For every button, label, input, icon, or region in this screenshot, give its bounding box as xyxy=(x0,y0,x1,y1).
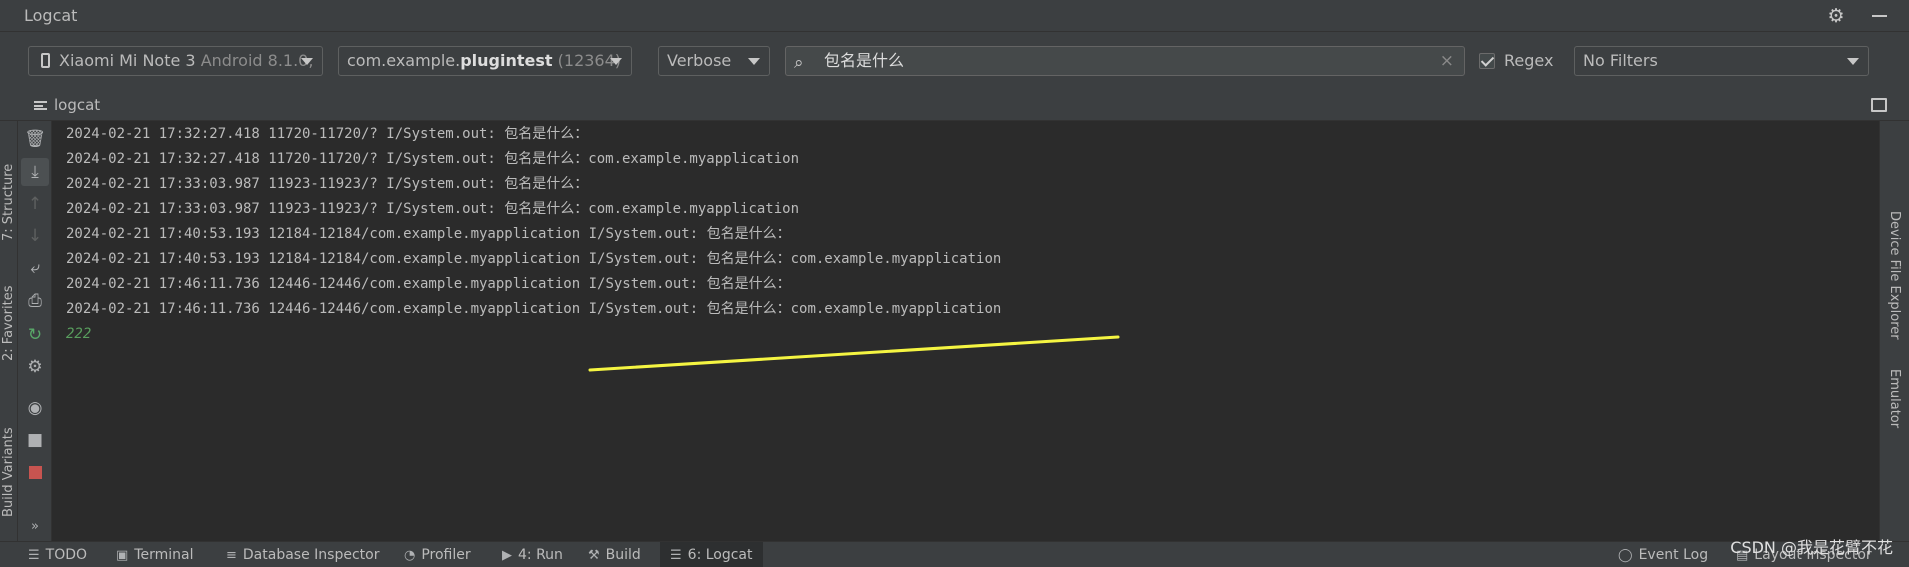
bottom-tab-run[interactable]: ▶ 4: Run xyxy=(502,542,563,567)
search-icon[interactable]: ⌕ xyxy=(794,49,804,77)
filter-value: No Filters xyxy=(1583,51,1658,70)
tool-tab-build-variants[interactable]: Build Variants xyxy=(1,427,16,517)
restart-icon[interactable]: ↻ xyxy=(21,321,49,349)
regex-checkbox[interactable] xyxy=(1479,53,1495,69)
search-value: 包名是什么 xyxy=(824,51,905,70)
logcat-tab-header: logcat xyxy=(0,90,1909,121)
bottom-tab-logcat[interactable]: ☰ 6: Logcat xyxy=(660,542,763,567)
soft-wrap-icon[interactable]: ⤶ xyxy=(21,254,49,282)
clear-search-icon[interactable]: × xyxy=(1440,47,1454,75)
chevron-down-icon xyxy=(1847,58,1859,65)
tool-window-title-bar: Logcat ⚙ xyxy=(0,0,1909,32)
process-package-name: plugintest xyxy=(460,51,553,70)
bottom-tab-terminal[interactable]: ▣ Terminal xyxy=(116,542,193,567)
gear-icon[interactable]: ⚙ xyxy=(21,353,49,381)
play-icon: ▶ xyxy=(502,548,512,563)
video-camera-icon[interactable]: ■ xyxy=(21,426,49,454)
hammer-icon: ⚒ xyxy=(588,548,600,563)
tool-tab-structure[interactable]: 7: Structure xyxy=(1,164,16,241)
process-selector[interactable]: com.example.plugintest (12364) xyxy=(338,46,632,76)
bottom-tab-event-log[interactable]: ◯ Event Log xyxy=(1618,542,1708,567)
tool-tab-device-file-explorer[interactable]: Device File Explorer xyxy=(1887,211,1902,340)
ide-window: Logcat ⚙ Xiaomi Mi Note 3 Android 8.1.0,… xyxy=(0,0,1909,567)
left-tool-stripe: 7: Structure 2: Favorites Build Variants xyxy=(0,121,18,541)
tool-tab-emulator[interactable]: Emulator xyxy=(1887,369,1902,428)
logcat-toolbar: Xiaomi Mi Note 3 Android 8.1.0, com.exam… xyxy=(0,32,1909,90)
log-level-selector[interactable]: Verbose xyxy=(658,46,770,76)
logcat-tab-label[interactable]: logcat xyxy=(54,96,100,114)
tool-tab-favorites[interactable]: 2: Favorites xyxy=(1,285,16,361)
log-output[interactable]: 2024-02-21 17:32:27.418 11720-11720/? I/… xyxy=(52,121,1879,541)
database-icon: ≡ xyxy=(226,548,237,563)
device-android-version: Android 8.1.0, xyxy=(200,51,314,70)
regex-toggle[interactable]: Regex xyxy=(1479,50,1553,72)
speech-bubble-icon: ◯ xyxy=(1618,548,1633,563)
tool-window-title: Logcat xyxy=(24,6,78,25)
process-package-prefix: com.example. xyxy=(347,51,461,70)
logcat-action-bar: 🗑 ⤓ ↑ ↓ ⤶ ⎙ ↻ ⚙ ◉ ■ » xyxy=(18,121,52,541)
watermark: CSDN @我是花臂不花 xyxy=(1730,538,1893,557)
trash-icon[interactable]: 🗑 xyxy=(21,125,49,153)
annotation-stroke xyxy=(588,335,1120,372)
arrow-up-icon[interactable]: ↑ xyxy=(21,190,49,218)
chevron-down-icon xyxy=(748,58,760,65)
camera-icon[interactable]: ◉ xyxy=(21,394,49,422)
lines-icon xyxy=(34,101,47,110)
regex-label: Regex xyxy=(1504,51,1554,70)
device-selector[interactable]: Xiaomi Mi Note 3 Android 8.1.0, xyxy=(28,46,323,76)
device-name: Xiaomi Mi Note 3 xyxy=(59,51,196,70)
scroll-to-end-icon[interactable]: ⤓ xyxy=(21,158,49,186)
chevron-down-icon xyxy=(610,58,622,65)
lines-icon: ☰ xyxy=(670,548,682,563)
phone-icon xyxy=(41,53,50,68)
bottom-tab-build[interactable]: ⚒ Build xyxy=(588,542,641,567)
arrow-down-icon[interactable]: ↓ xyxy=(21,222,49,250)
gauge-icon: ◔ xyxy=(404,548,416,563)
gear-icon[interactable]: ⚙ xyxy=(1825,5,1847,27)
right-tool-stripe: Device File Explorer Emulator xyxy=(1879,121,1909,541)
bottom-tool-bar: ☰ TODO ▣ Terminal ≡ Database Inspector ◔ Pro… xyxy=(0,541,1909,567)
bottom-tab-database-inspector[interactable]: ≡ Database Inspector xyxy=(226,542,379,567)
bottom-tab-profiler[interactable]: ◔ Profiler xyxy=(404,542,471,567)
terminal-icon: ▣ xyxy=(116,548,129,563)
more-chevron-icon[interactable]: » xyxy=(21,513,49,541)
annotation-underline xyxy=(588,335,1120,372)
printer-icon[interactable]: ⎙ xyxy=(21,287,49,315)
stop-icon[interactable] xyxy=(21,459,49,487)
filter-selector[interactable]: No Filters xyxy=(1574,46,1869,76)
list-icon: ☰ xyxy=(28,548,40,563)
log-level-value: Verbose xyxy=(667,51,732,70)
search-input[interactable]: ⌕ 包名是什么 × xyxy=(785,46,1465,76)
bottom-tab-todo[interactable]: ☰ TODO xyxy=(28,542,87,567)
chevron-down-icon xyxy=(301,58,313,65)
minimize-icon[interactable] xyxy=(1872,15,1887,17)
layout-icon[interactable] xyxy=(1871,98,1887,112)
